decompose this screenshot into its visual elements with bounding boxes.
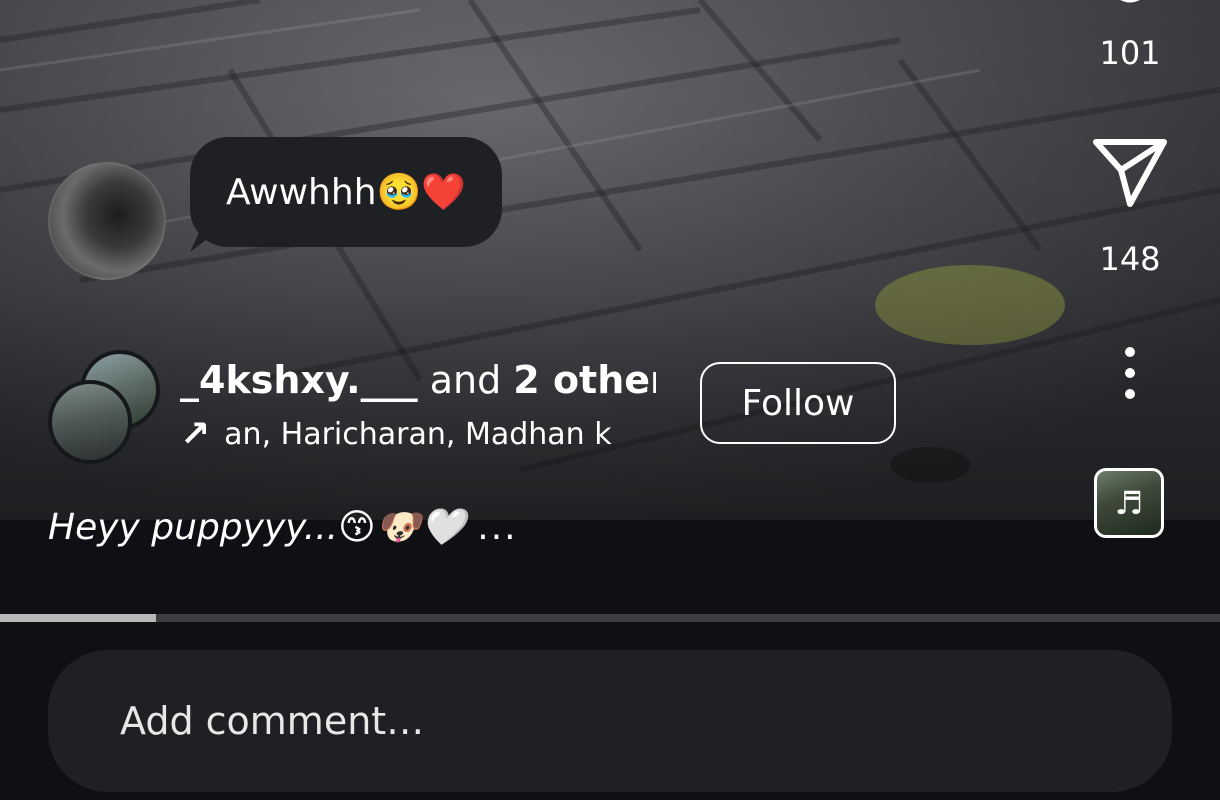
comment-bubble[interactable]: Awwhhh🥹❤️ <box>190 137 503 247</box>
comment-text: Awwhhh🥹❤️ <box>226 172 467 213</box>
arrow-icon: ↗ <box>180 414 211 455</box>
author-connector: and <box>417 358 514 402</box>
author-username[interactable]: _4kshxy.___ <box>180 358 418 402</box>
commenter-avatar[interactable] <box>48 162 166 280</box>
vertical-dots-icon[interactable] <box>1110 346 1150 400</box>
share-count: 148 <box>1099 240 1161 278</box>
author-others[interactable]: 2 others <box>513 358 656 402</box>
audio-line[interactable]: ↗ an, Haricharan, Madhan k <box>180 412 635 458</box>
comment-input[interactable]: Add comment… <box>48 650 1172 792</box>
caption-text: Heyy puppyyy...😙🐶🤍 <box>48 507 466 548</box>
collab-avatar-primary[interactable] <box>48 380 132 464</box>
audio-text: an, Haricharan, Madhan k <box>224 417 612 452</box>
caption[interactable]: Heyy puppyyy...😙🐶🤍... <box>48 500 518 556</box>
send-icon[interactable] <box>1090 134 1170 210</box>
progress-bar[interactable] <box>0 614 1220 622</box>
author-line[interactable]: _4kshxy.___ and 2 others <box>180 352 656 408</box>
reel-screen: Awwhhh🥹❤️ _4kshxy.___ and 2 others ↗ an,… <box>0 0 1220 800</box>
comment-placeholder: Add comment… <box>120 699 425 743</box>
like-icon[interactable] <box>1100 0 1160 4</box>
music-note-icon: ♬ <box>1114 484 1144 522</box>
music-thumbnail[interactable]: ♬ <box>1094 468 1164 538</box>
like-count: 101 <box>1099 34 1161 72</box>
follow-button[interactable]: Follow <box>700 362 896 444</box>
caption-more[interactable]: ... <box>477 507 517 548</box>
progress-fill <box>0 614 157 622</box>
